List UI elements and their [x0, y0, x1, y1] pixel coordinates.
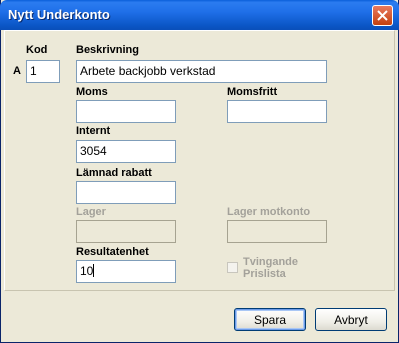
window-title: Nytt Underkonto: [8, 7, 110, 22]
resultatenhet-label: Resultatenhet: [76, 246, 149, 258]
tvingande-label-line1: Tvingande: [243, 256, 299, 268]
kod-label: Kod: [26, 44, 48, 56]
momsfritt-label: Momsfritt: [227, 86, 278, 98]
resultatenhet-input[interactable]: 10: [76, 260, 176, 283]
beskrivning-input[interactable]: Arbete backjobb verkstad: [76, 60, 327, 83]
save-button[interactable]: Spara: [234, 308, 306, 331]
text-cursor: [93, 264, 95, 277]
internt-value: 3054: [80, 144, 107, 158]
internt-label: Internt: [76, 125, 111, 137]
tvingande-label-line2: Prislista: [243, 268, 286, 280]
resultatenhet-value: 10: [80, 264, 94, 278]
moms-input[interactable]: [76, 100, 176, 123]
lamnad-rabatt-label: Lämnad rabatt: [76, 167, 152, 179]
lager-label: Lager: [76, 206, 106, 218]
beskrivning-label: Beskrivning: [76, 44, 139, 56]
kod-input[interactable]: 1: [26, 60, 60, 83]
row-marker: A: [13, 65, 21, 77]
tvingande-prislista-checkbox: [227, 262, 238, 273]
moms-label: Moms: [76, 86, 108, 98]
tvingande-prislista-label: Tvingande Prislista: [243, 256, 298, 280]
lager-motkonto-label: Lager motkonto: [227, 206, 311, 218]
kod-value: 1: [30, 64, 37, 78]
internt-input[interactable]: 3054: [76, 140, 176, 163]
dialog-window: Nytt Underkonto Kod A 1 Beskrivning Arbe…: [0, 0, 399, 343]
cancel-button[interactable]: Avbryt: [315, 308, 387, 331]
lamnad-rabatt-input[interactable]: [76, 181, 176, 204]
lager-input: [76, 220, 176, 243]
close-button[interactable]: [372, 5, 393, 26]
close-icon: [377, 10, 388, 21]
title-bar[interactable]: Nytt Underkonto: [0, 0, 399, 30]
lager-motkonto-input: [227, 220, 327, 243]
beskrivning-value: Arbete backjobb verkstad: [80, 64, 216, 78]
momsfritt-input[interactable]: [227, 100, 327, 123]
